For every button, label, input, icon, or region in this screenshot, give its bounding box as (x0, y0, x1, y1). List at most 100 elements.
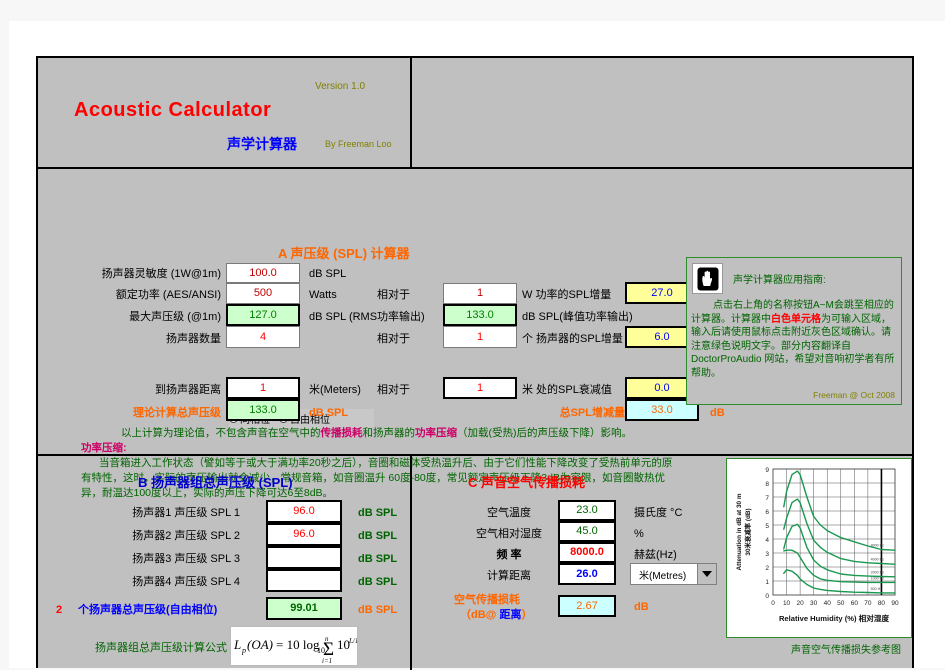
svg-text:60: 60 (851, 600, 859, 607)
svg-text:1: 1 (765, 579, 769, 586)
chart-caption: 声音空气传播损失参考图 (791, 645, 901, 656)
label-total-spl-delta: 总SPL增减量 (559, 407, 625, 419)
input-reference-power[interactable]: 1 (443, 283, 517, 304)
section-a-title: A 声压级 (SPL) 计算器 (278, 246, 410, 261)
input-speaker2-spl[interactable]: 96.0 (266, 523, 342, 546)
svg-text:2: 2 (765, 565, 769, 572)
input-rated-power[interactable]: 500 (226, 283, 300, 304)
label-relative-humidity: 空气相对湿度 (476, 528, 542, 540)
output-total-theoretical-spl: 133.0 (226, 399, 300, 421)
input-speaker1-spl[interactable]: 96.0 (266, 500, 342, 523)
label-frequency: 频 率 (496, 549, 522, 561)
help-body: 点击右上角的名称按钮A~M会跳至相应的计算器。计算器中白色单元格为可输入区域，输… (691, 299, 899, 380)
label-air-loss-suffix: ） (521, 609, 533, 621)
label-air-loss-distance: 距离 (499, 609, 522, 621)
svg-text:4000 Hz: 4000 Hz (871, 558, 885, 562)
svg-text:40: 40 (824, 600, 832, 607)
unit-total-theoretical-spl: dB SPL (309, 407, 349, 419)
input-relative-humidity[interactable]: 45.0 (558, 521, 616, 542)
label-speaker4-spl: 扬声器4 声压级 SPL 4 (132, 576, 240, 588)
label-group-total-spl: 个扬声器总声压级(自由相位) (78, 604, 218, 616)
svg-text:L/10: L/10 (348, 637, 357, 645)
svg-text:90: 90 (891, 600, 899, 607)
version-label: Version 1.0 (315, 81, 366, 92)
label-group-formula: 扬声器组总声压级计算公式 (95, 642, 227, 654)
svg-text:1000 Hz: 1000 Hz (871, 576, 885, 580)
label-relative-to-distance: 相对于 (377, 384, 410, 396)
note-a-hl1: 传播损耗 (320, 427, 363, 439)
note-a-part1: 以上计算为理论值，不包含声音在空气中的 (121, 427, 321, 439)
input-speaker4-spl[interactable] (266, 569, 342, 592)
svg-text:i=1: i=1 (322, 657, 332, 665)
label-speaker1-spl: 扬声器1 声压级 SPL 1 (132, 507, 240, 519)
help-signature: Freeman @ Oct 2008 (813, 390, 895, 400)
label-air-loss-line2: （dB@ 距离） (460, 609, 532, 621)
svg-text:20: 20 (796, 600, 804, 607)
label-speaker-sensitivity: 扬声器灵敏度 (1W@1m) (101, 268, 221, 280)
unit-speaker3-spl: dB SPL (358, 553, 398, 565)
svg-text:80: 80 (878, 600, 886, 607)
unit-speaker1-spl: dB SPL (358, 507, 398, 519)
svg-text:0: 0 (765, 593, 769, 600)
help-text-highlight: 白色单元格 (771, 313, 821, 325)
label-air-loss-line1: 空气传播损耗 (454, 594, 520, 606)
unit-max-spl-peak: dB SPL(峰值功率输出) (522, 311, 633, 323)
section-c-title: C 声音空气传播损耗 (468, 475, 586, 490)
svg-text:Relative Humidity (%) 相对湿度: Relative Humidity (%) 相对湿度 (779, 613, 890, 623)
svg-text:30: 30 (810, 600, 818, 607)
input-reference-distance[interactable]: 1 (443, 377, 517, 399)
label-relative-to-count: 相对于 (377, 333, 410, 345)
input-air-temperature[interactable]: 23.0 (558, 500, 616, 521)
note-a-heading: 功率压缩: (81, 442, 127, 454)
output-group-total-spl: 99.01 (266, 597, 342, 620)
acoustic-calculator-sheet: Version 1.0 Acoustic Calculator 声学计算器 By… (36, 56, 914, 670)
label-group-count: 2 (56, 604, 63, 616)
label-relative-to-power: 相对于 (377, 289, 410, 301)
input-frequency[interactable]: 8000.0 (558, 542, 616, 563)
unit-speaker4-spl: dB SPL (358, 576, 398, 588)
help-title: 声学计算器应用指南: (733, 275, 826, 286)
note-a-part2: 和扬声器的 (362, 427, 416, 439)
svg-text:3: 3 (765, 551, 769, 558)
label-speaker-count: 扬声器数量 (166, 333, 221, 345)
app-title-chinese: 声学计算器 (227, 136, 297, 152)
output-max-spl-rms: 127.0 (226, 304, 300, 326)
unit-air-absorption-loss: dB (634, 601, 649, 613)
unit-speaker-sensitivity: dB SPL (309, 268, 347, 280)
svg-text:= 10 log: = 10 log (276, 637, 320, 652)
app-title: Acoustic Calculator (74, 99, 272, 121)
unit-max-spl-rms: dB SPL (RMS功率输出) (309, 311, 425, 323)
unit-frequency: 赫兹(Hz) (634, 549, 677, 561)
select-distance-unit[interactable]: 米(Metres) (630, 563, 717, 585)
input-distance-to-speaker[interactable]: 1 (226, 377, 300, 399)
label-total-theoretical-spl: 理论计算总声压级 (133, 407, 221, 419)
formula-image: L p (OA) = 10 log 10 n Σ i=1 10 L/10 (230, 626, 358, 666)
label-calc-distance: 计算距离 (487, 570, 531, 582)
svg-text:7: 7 (765, 495, 769, 502)
svg-text:70: 70 (864, 600, 872, 607)
unit-air-temperature: 摄氏度 °C (634, 507, 683, 519)
input-speaker3-spl[interactable] (266, 546, 342, 569)
section-b-speaker-group-spl: B 扬声器组总声压级 (SPL) 扬声器1 声压级 SPL 1 96.0 dB … (38, 456, 412, 670)
svg-text:8: 8 (765, 481, 769, 488)
output-max-spl-peak: 133.0 (443, 304, 517, 326)
chevron-down-icon[interactable] (697, 564, 716, 584)
header-right-blank (412, 58, 912, 169)
unit-distance-meters: 米(Meters) (309, 384, 361, 396)
svg-text:50: 50 (837, 600, 845, 607)
label-max-spl: 最大声压级 (@1m) (129, 311, 221, 323)
label-power-spl-gain: W 功率的SPL增量 (522, 289, 612, 301)
input-reference-count[interactable]: 1 (443, 326, 517, 348)
input-calc-distance[interactable]: 26.0 (558, 563, 616, 585)
svg-text:(OA): (OA) (247, 637, 273, 652)
label-speaker2-spl: 扬声器2 声压级 SPL 2 (132, 530, 240, 542)
output-air-absorption-loss: 2.67 (558, 595, 616, 617)
svg-text:30米衰减率 (dB): 30米衰减率 (dB) (743, 508, 752, 555)
note-a-hl2: 功率压缩 (415, 427, 457, 439)
input-speaker-sensitivity[interactable]: 100.0 (226, 263, 300, 283)
note-a-part3: （加载(受热)后的声压级下降）影响。 (457, 427, 632, 439)
input-speaker-count[interactable]: 4 (226, 326, 300, 348)
label-air-loss-prefix: （dB@ (460, 609, 500, 621)
svg-text:4: 4 (765, 537, 769, 544)
unit-speaker2-spl: dB SPL (358, 530, 398, 542)
